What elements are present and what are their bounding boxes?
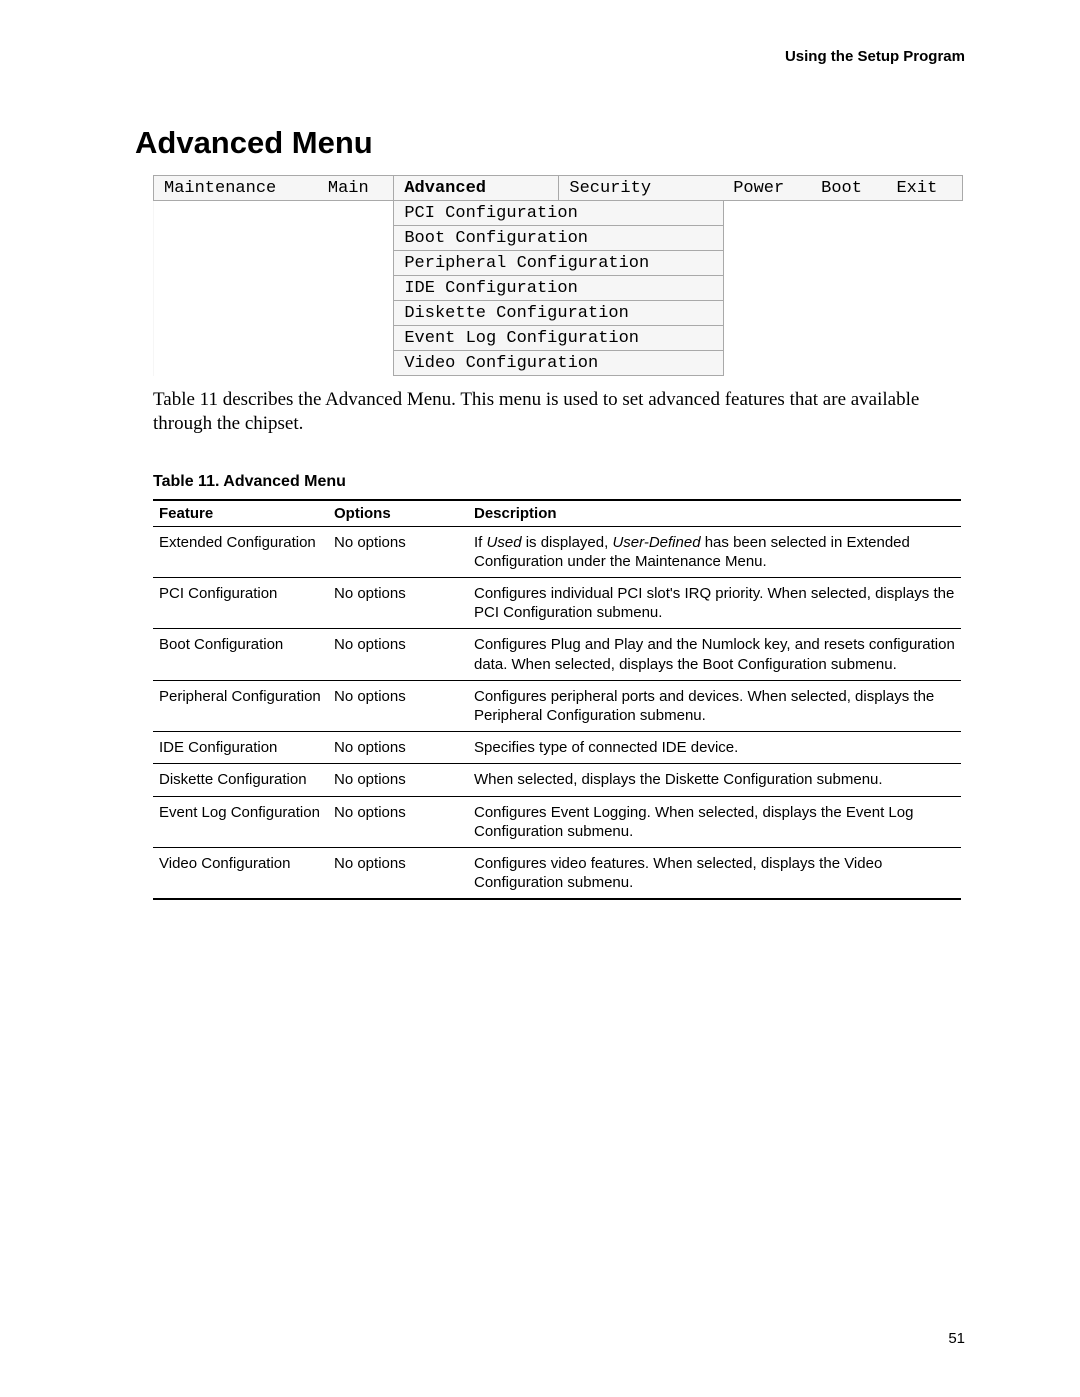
bios-tab-boot: Boot (811, 176, 886, 201)
bios-submenu-item: Video Configuration (394, 351, 723, 376)
table-row: IDE Configuration No options Specifies t… (153, 732, 961, 764)
cell-options: No options (328, 732, 468, 764)
bios-tab-row: Maintenance Main Advanced Security Power… (154, 176, 963, 201)
table-row: Extended Configuration No options If Use… (153, 526, 961, 577)
cell-feature: Boot Configuration (153, 629, 328, 680)
table-row: Event Log Configuration No options Confi… (153, 796, 961, 847)
bios-submenu-item: Diskette Configuration (394, 301, 723, 326)
bios-submenu-item: Peripheral Configuration (394, 251, 723, 276)
cell-feature: PCI Configuration (153, 578, 328, 629)
bios-tab-power: Power (723, 176, 811, 201)
cell-options: No options (328, 629, 468, 680)
page-number: 51 (948, 1330, 965, 1347)
cell-options: No options (328, 847, 468, 899)
cell-options: No options (328, 764, 468, 796)
col-header-description: Description (468, 500, 961, 527)
cell-feature: IDE Configuration (153, 732, 328, 764)
cell-description: Specifies type of connected IDE device. (468, 732, 961, 764)
bios-menu-diagram: Maintenance Main Advanced Security Power… (153, 175, 963, 376)
running-head: Using the Setup Program (135, 48, 965, 65)
cell-description: Configures video features. When selected… (468, 847, 961, 899)
bios-tab-advanced: Advanced (394, 176, 559, 201)
col-header-options: Options (328, 500, 468, 527)
cell-description: Configures Plug and Play and the Numlock… (468, 629, 961, 680)
section-title: Advanced Menu (135, 125, 965, 161)
col-header-feature: Feature (153, 500, 328, 527)
bios-tab-security: Security (559, 176, 723, 201)
cell-feature: Event Log Configuration (153, 796, 328, 847)
cell-options: No options (328, 578, 468, 629)
cell-options: No options (328, 526, 468, 577)
table-header-row: Feature Options Description (153, 500, 961, 527)
cell-options: No options (328, 796, 468, 847)
table-row: Peripheral Configuration No options Conf… (153, 680, 961, 731)
bios-tab-maintenance: Maintenance (154, 176, 318, 201)
page: Using the Setup Program Advanced Menu Ma… (0, 0, 1080, 1397)
bios-menu-table: Maintenance Main Advanced Security Power… (153, 175, 963, 376)
cell-feature: Extended Configuration (153, 526, 328, 577)
table-row: PCI Configuration No options Configures … (153, 578, 961, 629)
bios-tab-main: Main (318, 176, 394, 201)
table-row: Diskette Configuration No options When s… (153, 764, 961, 796)
table-row: Boot Configuration No options Configures… (153, 629, 961, 680)
cell-feature: Diskette Configuration (153, 764, 328, 796)
cell-description: Configures individual PCI slot's IRQ pri… (468, 578, 961, 629)
bios-submenu-item: Event Log Configuration (394, 326, 723, 351)
cell-description: Configures peripheral ports and devices.… (468, 680, 961, 731)
intro-paragraph: Table 11 describes the Advanced Menu. Th… (153, 388, 965, 437)
cell-description: If Used is displayed, User-Defined has b… (468, 526, 961, 577)
table-row: Video Configuration No options Configure… (153, 847, 961, 899)
bios-submenu-item: PCI Configuration (394, 201, 723, 226)
table-caption: Table 11. Advanced Menu (153, 473, 965, 491)
cell-options: No options (328, 680, 468, 731)
bios-submenu-item: Boot Configuration (394, 226, 723, 251)
cell-description: When selected, displays the Diskette Con… (468, 764, 961, 796)
bios-tab-exit: Exit (886, 176, 962, 201)
bios-submenu-item: IDE Configuration (394, 276, 723, 301)
advanced-menu-table: Feature Options Description Extended Con… (153, 499, 961, 901)
cell-description: Configures Event Logging. When selected,… (468, 796, 961, 847)
cell-feature: Peripheral Configuration (153, 680, 328, 731)
cell-feature: Video Configuration (153, 847, 328, 899)
